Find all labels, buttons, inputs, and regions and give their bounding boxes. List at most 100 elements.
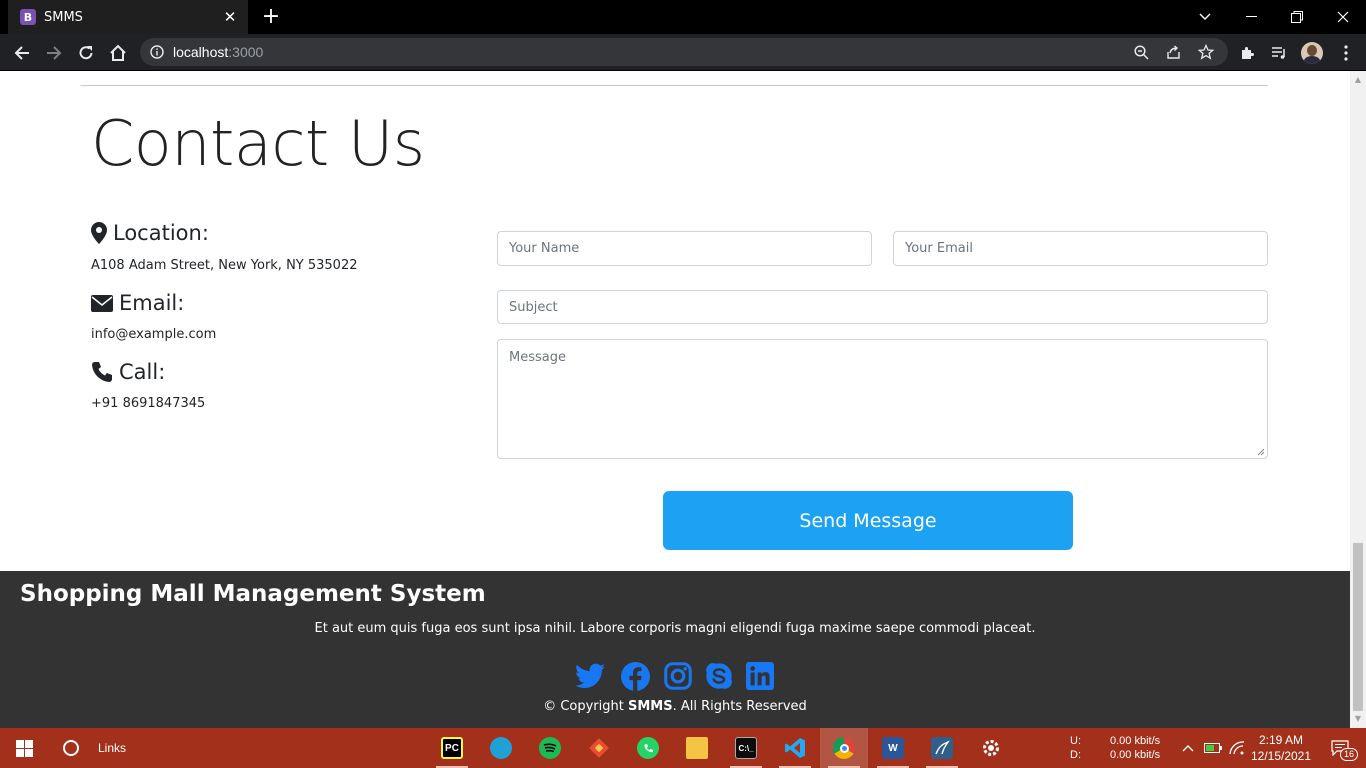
- net-down-label: D:: [1070, 749, 1081, 761]
- message-placeholder: Message: [509, 350, 566, 365]
- name-input[interactable]: Your Name: [497, 231, 872, 266]
- net-labels: U: D:: [1070, 734, 1081, 762]
- scroll-down-arrow-icon[interactable]: ▼: [1353, 714, 1363, 724]
- git-diamond-icon: [588, 737, 610, 759]
- reload-icon[interactable]: [72, 39, 100, 67]
- location-label: Location:: [113, 221, 209, 245]
- footer-description: Et aut eum quis fuga eos sunt ipsa nihil…: [314, 621, 1036, 636]
- close-tab-icon[interactable]: ✕: [218, 8, 242, 26]
- close-window-button[interactable]: [1320, 0, 1366, 34]
- taskbar-chrome[interactable]: [820, 728, 868, 768]
- scroll-thumb[interactable]: [1353, 543, 1363, 711]
- clock-date: 12/15/2021: [1250, 749, 1312, 763]
- email-label: Email:: [119, 291, 185, 315]
- page-scrollbar[interactable]: ▲ ▼: [1350, 71, 1366, 728]
- system-clock[interactable]: 2:19 AM 12/15/2021: [1246, 732, 1316, 764]
- browser-tab-bar: B SMMS ✕ +: [0, 0, 1366, 34]
- share-icon[interactable]: [1166, 38, 1181, 66]
- taskbar-whatsapp[interactable]: [624, 728, 672, 768]
- url-host: localhost: [173, 44, 229, 60]
- resize-handle-icon[interactable]: [1257, 448, 1265, 456]
- windows-start-icon[interactable]: [0, 728, 48, 768]
- edge-icon: [490, 737, 512, 759]
- extensions-puzzle-icon[interactable]: [1233, 39, 1261, 67]
- twitter-icon[interactable]: [575, 661, 605, 691]
- taskbar-word[interactable]: W: [869, 728, 917, 768]
- phone-icon: [92, 362, 112, 382]
- scroll-up-arrow-icon[interactable]: ▲: [1353, 75, 1363, 85]
- net-up-label: U:: [1070, 735, 1081, 747]
- message-textarea[interactable]: Message: [497, 339, 1268, 459]
- taskbar-spotify[interactable]: [526, 728, 574, 768]
- word-icon: W: [882, 737, 904, 759]
- tab-title: SMMS: [44, 9, 83, 25]
- taskbar-edge[interactable]: [477, 728, 525, 768]
- vscode-icon: [784, 737, 806, 759]
- instagram-icon[interactable]: [663, 661, 693, 691]
- email-input[interactable]: Your Email: [893, 231, 1268, 266]
- copyright-text: © Copyright SMMS. All Rights Reserved: [0, 699, 1350, 714]
- bookmark-star-icon[interactable]: [1198, 38, 1214, 66]
- facebook-icon[interactable]: [620, 661, 650, 691]
- net-up-value: 0.00 kbit/s: [1110, 735, 1161, 747]
- taskbar-file-explorer[interactable]: [673, 728, 721, 768]
- email-value: info@example.com: [91, 327, 217, 342]
- location-heading: Location:: [91, 221, 209, 245]
- call-value: +91 8691847345: [91, 396, 206, 411]
- footer: Shopping Mall Management System Et aut e…: [0, 571, 1350, 728]
- spotify-icon: [539, 737, 561, 759]
- taskbar-vscode[interactable]: [771, 728, 819, 768]
- mysql-workbench-icon: [931, 737, 953, 759]
- links-toolbar[interactable]: Links: [98, 728, 138, 768]
- browser-tab[interactable]: B SMMS ✕: [8, 0, 248, 34]
- skype-icon[interactable]: [704, 661, 734, 691]
- taskbar-terminal[interactable]: C:\_: [722, 728, 770, 768]
- media-control-icon[interactable]: [1265, 39, 1293, 67]
- call-heading: Call:: [91, 360, 165, 384]
- taskbar-git[interactable]: [575, 728, 623, 768]
- notification-count-badge: 16: [1340, 748, 1359, 761]
- back-arrow-icon[interactable]: [8, 39, 36, 67]
- terminal-icon: C:\_: [735, 737, 757, 759]
- battery-icon[interactable]: [1202, 728, 1224, 768]
- new-tab-button[interactable]: +: [258, 4, 284, 30]
- send-message-button[interactable]: Send Message: [663, 491, 1073, 550]
- email-heading: Email:: [91, 291, 184, 315]
- wifi-icon[interactable]: [1226, 728, 1248, 768]
- section-divider: [81, 85, 1268, 86]
- taskbar-settings[interactable]: [967, 728, 1015, 768]
- taskbar-pycharm[interactable]: PC: [428, 728, 476, 768]
- taskbar-mysql-workbench[interactable]: [918, 728, 966, 768]
- tab-search-chevron-icon[interactable]: [1182, 0, 1228, 34]
- minimize-button[interactable]: [1228, 0, 1274, 34]
- subject-input[interactable]: Subject: [497, 290, 1268, 324]
- cortana-icon[interactable]: [52, 728, 90, 768]
- menu-kebab-icon[interactable]: [1332, 39, 1360, 67]
- envelope-icon: [91, 294, 113, 312]
- action-center-icon[interactable]: 16: [1320, 728, 1360, 768]
- page-viewport: Contact Us Location: A108 Adam Street, N…: [0, 71, 1350, 728]
- call-label: Call:: [119, 360, 166, 384]
- copyright-brand: SMMS: [628, 699, 673, 714]
- map-marker-icon: [91, 222, 107, 244]
- restore-button[interactable]: [1274, 0, 1320, 34]
- profile-avatar[interactable]: [1298, 39, 1326, 67]
- net-down-value: 0.00 kbit/s: [1110, 749, 1161, 761]
- folder-icon: [686, 737, 708, 759]
- forward-arrow-icon[interactable]: [40, 39, 68, 67]
- browser-toolbar: localhost:3000: [0, 34, 1366, 71]
- clock-time: 2:19 AM: [1258, 733, 1304, 747]
- address-bar[interactable]: localhost:3000: [140, 38, 1228, 66]
- chrome-icon: [833, 737, 855, 759]
- linkedin-icon[interactable]: [745, 661, 775, 691]
- show-hidden-icons-chevron-icon[interactable]: [1178, 728, 1198, 768]
- pycharm-icon: PC: [441, 737, 463, 759]
- bootstrap-favicon-icon: B: [20, 9, 36, 25]
- net-speed-meter: 0.00 kbit/s 0.00 kbit/s: [1110, 734, 1160, 762]
- copyright-suffix: . All Rights Reserved: [672, 699, 807, 714]
- zoom-icon[interactable]: [1134, 38, 1149, 66]
- copyright-prefix: © Copyright: [543, 699, 624, 714]
- home-icon[interactable]: [104, 39, 132, 67]
- site-info-icon[interactable]: [150, 45, 164, 59]
- location-value: A108 Adam Street, New York, NY 535022: [91, 258, 358, 273]
